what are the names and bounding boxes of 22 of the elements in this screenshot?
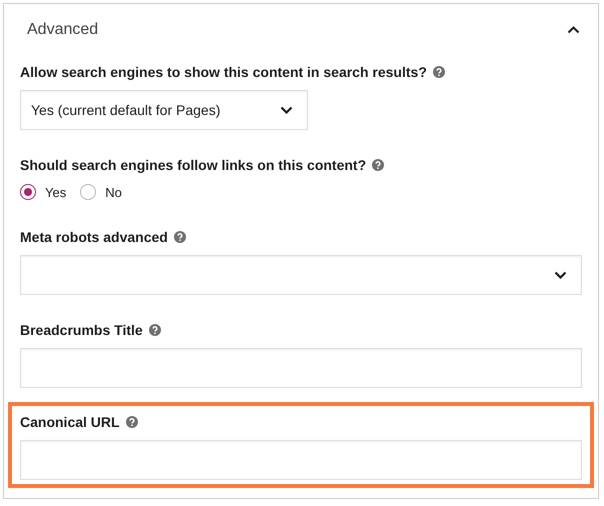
field-label: Allow search engines to show this content in search results?	[20, 64, 427, 80]
field-label: Meta robots advanced	[20, 229, 168, 245]
radio-option[interactable]: Yes	[20, 184, 66, 200]
chevron-down-icon	[554, 271, 567, 279]
help-icon[interactable]	[148, 324, 161, 336]
section-title: Advanced	[27, 21, 98, 39]
radio-button[interactable]	[80, 184, 96, 200]
help-icon[interactable]	[372, 159, 384, 171]
field-label: Should search engines follow links on this content?	[20, 157, 366, 173]
help-icon[interactable]	[126, 416, 138, 428]
radio-option[interactable]: No	[80, 184, 122, 200]
field-label: Canonical URL	[20, 414, 120, 430]
field-label: Breadcrumbs Title	[20, 322, 143, 338]
chevron-up-icon[interactable]	[567, 26, 580, 34]
select-field[interactable]	[20, 255, 582, 295]
help-icon[interactable]	[432, 66, 445, 78]
select-field[interactable]: Yes (current default for Pages)	[20, 90, 308, 130]
input-field[interactable]	[20, 440, 582, 480]
chevron-down-icon	[280, 106, 294, 114]
radio-button[interactable]	[20, 184, 36, 200]
input-field[interactable]	[20, 348, 582, 388]
help-icon[interactable]	[174, 231, 186, 243]
